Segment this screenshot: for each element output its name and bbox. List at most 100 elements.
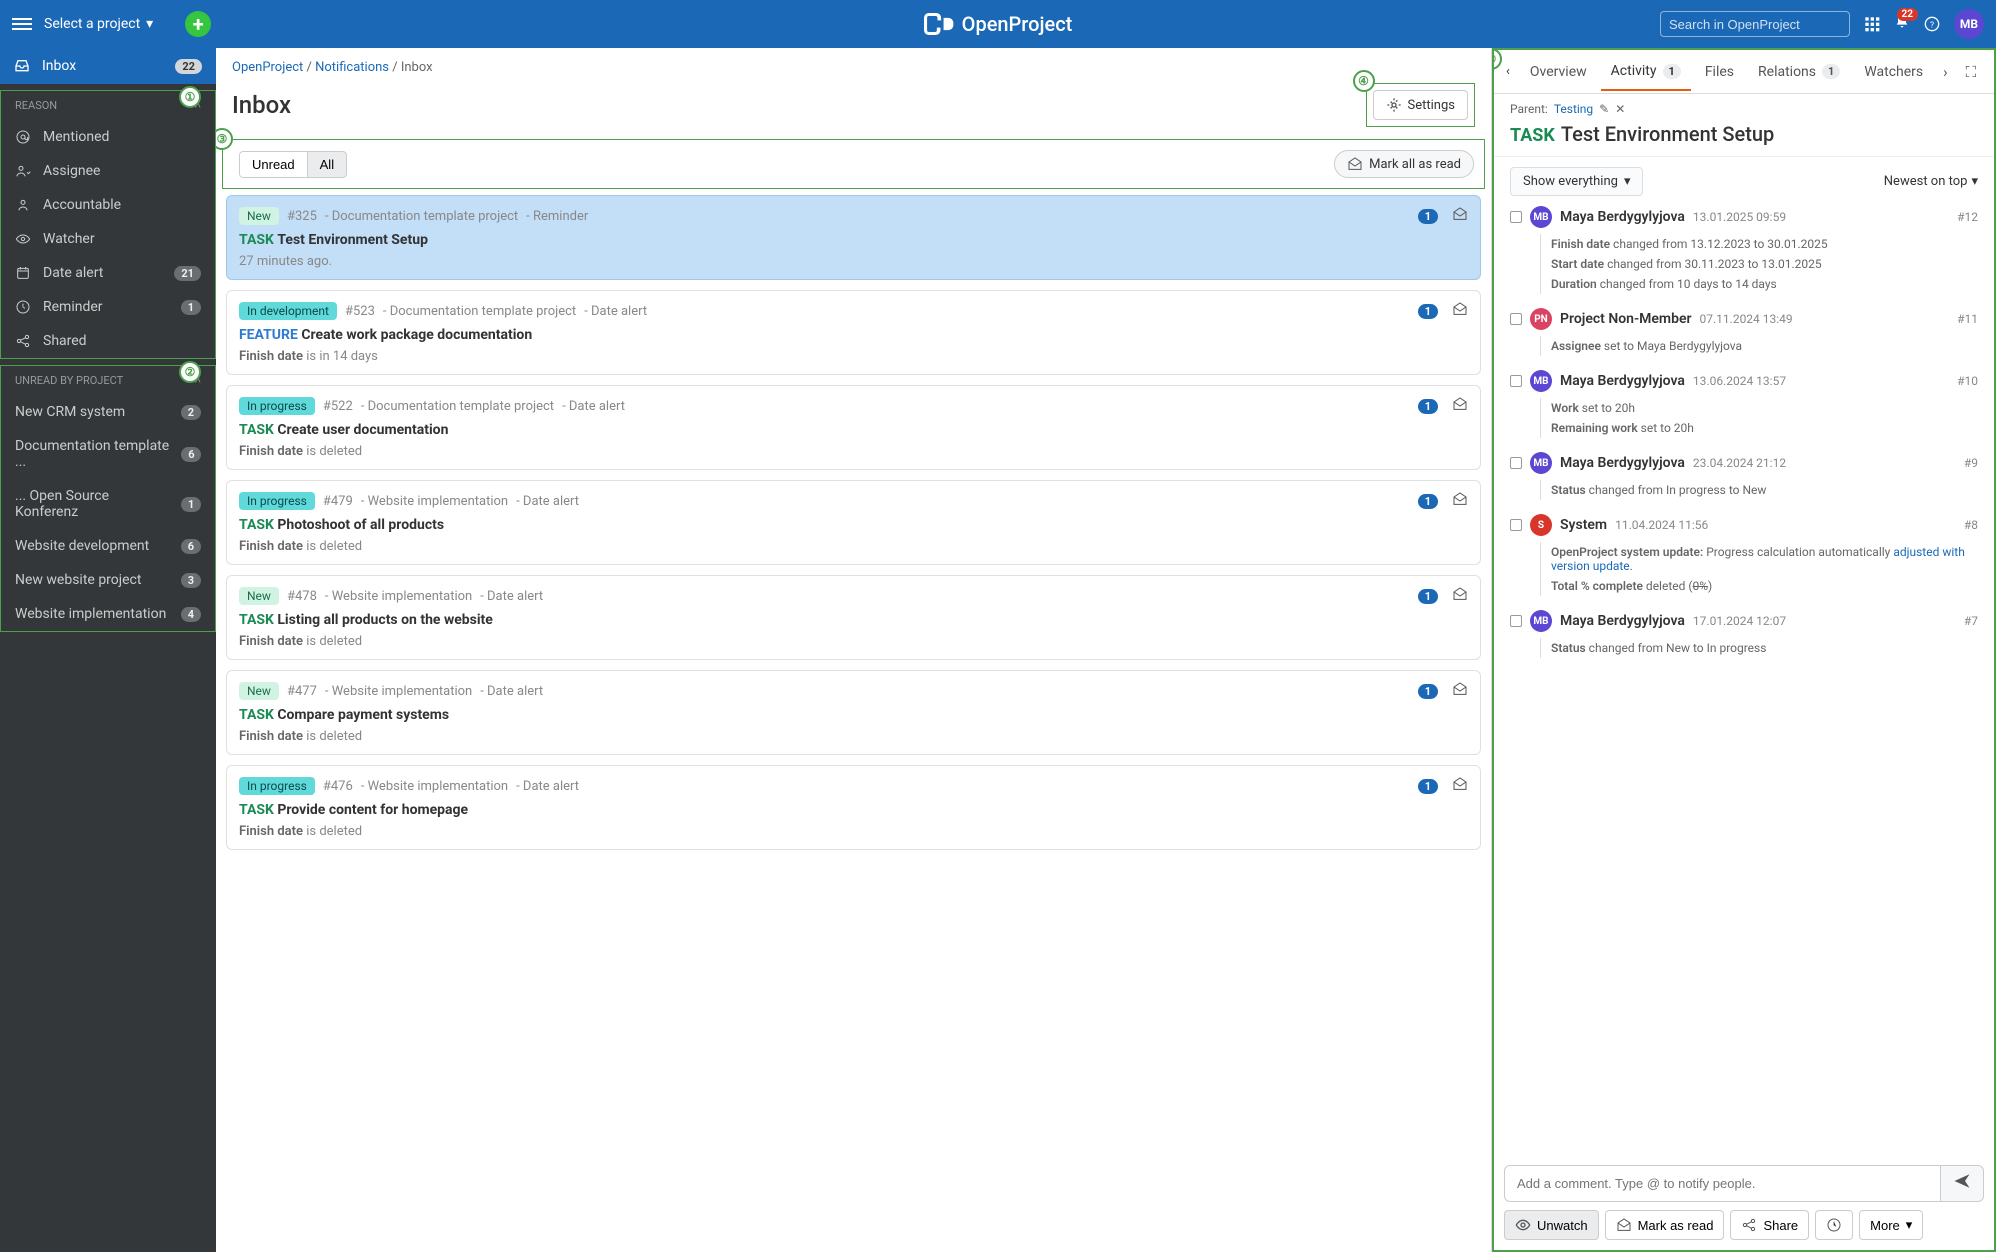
sidebar-project-item[interactable]: Website implementation 4 [1, 597, 215, 631]
wp-title: Test Environment Setup [277, 232, 428, 248]
search-input[interactable] [1669, 17, 1845, 32]
comment-input[interactable] [1504, 1165, 1941, 1202]
tab-overview[interactable]: Overview [1520, 54, 1597, 90]
breadcrumb: OpenProject / Notifications / Inbox [216, 48, 1491, 79]
notification-card[interactable]: In progress #522 - Documentation templat… [226, 385, 1481, 470]
activity-toggle-icon[interactable] [1510, 375, 1522, 387]
comment-box [1504, 1165, 1984, 1202]
mark-read-icon[interactable] [1452, 396, 1468, 416]
notification-subtext: Finish date is deleted [239, 539, 1468, 554]
notification-card[interactable]: New #478 - Website implementation - Date… [226, 575, 1481, 660]
wp-type: TASK [239, 232, 274, 248]
sidebar-project-item[interactable]: Website development 6 [1, 529, 215, 563]
back-icon[interactable]: ‹ [1500, 58, 1516, 85]
tab-files[interactable]: Files [1695, 54, 1744, 90]
edit-icon[interactable]: ✎ [1599, 102, 1609, 116]
activity-toggle-icon[interactable] [1510, 457, 1522, 469]
sidebar-project-item[interactable]: ... Open Source Konferenz 1 [1, 479, 215, 529]
user-avatar[interactable]: MB [1954, 9, 1984, 39]
activity-user[interactable]: Maya Berdygylyjova [1560, 373, 1685, 389]
mark-read-icon[interactable] [1452, 586, 1468, 606]
sidebar-reason-item[interactable]: Assignee [1, 154, 215, 188]
project-selector[interactable]: Select a project▾ [44, 16, 153, 32]
sidebar-reason-item[interactable]: Reminder 1 [1, 290, 215, 324]
activity-user[interactable]: Maya Berdygylyjova [1560, 613, 1685, 629]
activity-toggle-icon[interactable] [1510, 313, 1522, 325]
notification-card[interactable]: In development #523 - Documentation temp… [226, 290, 1481, 375]
notification-card[interactable]: In progress #479 - Website implementatio… [226, 480, 1481, 565]
mark-read-icon[interactable] [1452, 776, 1468, 796]
activity-filter-button[interactable]: Show everything▾ [1510, 167, 1643, 196]
activity-change: Finish date changed from 13.12.2023 to 3… [1540, 234, 1978, 254]
add-button[interactable]: + [185, 11, 211, 37]
detail-tabs: ‹ Overview Activity1 Files Relations1 Wa… [1494, 50, 1994, 94]
clock-icon [15, 299, 31, 315]
crumb-mid[interactable]: Notifications [315, 60, 389, 75]
activity-user[interactable]: System [1560, 517, 1607, 533]
envelope-open-icon [1347, 156, 1363, 172]
modules-icon[interactable] [1864, 16, 1880, 32]
next-icon[interactable]: › [1937, 57, 1954, 87]
tab-watchers[interactable]: Watchers [1854, 54, 1933, 90]
mark-read-icon[interactable] [1452, 301, 1468, 321]
send-comment-button[interactable] [1941, 1165, 1984, 1202]
close-icon[interactable]: ✕ [1988, 57, 1996, 87]
mark-all-read-button[interactable]: Mark all as read [1334, 150, 1474, 178]
activity-user[interactable]: Project Non-Member [1560, 311, 1692, 327]
unwatch-button[interactable]: Unwatch [1504, 1210, 1599, 1240]
notification-reason: - Date alert [480, 589, 543, 604]
sidebar-project-item[interactable]: Documentation template ... 6 [1, 429, 215, 479]
mark-read-button[interactable]: Mark as read [1605, 1210, 1725, 1240]
notifications-bell[interactable]: 22 [1894, 14, 1910, 34]
more-button[interactable]: More▾ [1859, 1210, 1923, 1240]
sort-button[interactable]: Newest on top▾ [1884, 174, 1978, 189]
detail-title: TASKTest Environment Setup [1494, 116, 1994, 157]
notification-reason: - Date alert [562, 399, 625, 414]
help-icon[interactable]: ? [1924, 16, 1940, 32]
sidebar-reason-item[interactable]: Mentioned [1, 120, 215, 154]
mark-read-icon[interactable] [1452, 206, 1468, 226]
remove-parent-icon[interactable]: ✕ [1615, 102, 1625, 116]
notification-card[interactable]: In progress #476 - Website implementatio… [226, 765, 1481, 850]
sidebar-inbox[interactable]: Inbox 22 [0, 48, 216, 84]
crumb-root[interactable]: OpenProject [232, 60, 303, 75]
mark-read-icon[interactable] [1452, 681, 1468, 701]
mark-read-icon[interactable] [1452, 491, 1468, 511]
status-badge: New [239, 587, 279, 605]
sidebar-reason-item[interactable]: Watcher [1, 222, 215, 256]
activity-toggle-icon[interactable] [1510, 211, 1522, 223]
caret-down-icon: ▾ [1624, 174, 1631, 189]
notification-card[interactable]: New #477 - Website implementation - Date… [226, 670, 1481, 755]
sidebar-item-label: Mentioned [43, 129, 109, 145]
menu-toggle-icon[interactable] [12, 15, 32, 33]
sidebar-reason-item[interactable]: Accountable [1, 188, 215, 222]
sidebar-project-item[interactable]: New website project 3 [1, 563, 215, 597]
parent-link[interactable]: Testing [1554, 102, 1593, 116]
sidebar-reason-item[interactable]: Date alert 21 [1, 256, 215, 290]
filter-all[interactable]: All [308, 151, 347, 178]
share-button[interactable]: Share [1730, 1210, 1809, 1240]
tab-relations[interactable]: Relations1 [1748, 54, 1850, 90]
wp-title: Compare payment systems [277, 707, 449, 723]
logo-icon [924, 13, 954, 35]
inbox-count: 22 [175, 59, 202, 74]
activity-user[interactable]: Maya Berdygylyjova [1560, 209, 1685, 225]
activity-user[interactable]: Maya Berdygylyjova [1560, 455, 1685, 471]
global-search[interactable] [1660, 11, 1850, 37]
activity-toggle-icon[interactable] [1510, 519, 1522, 531]
tab-activity[interactable]: Activity1 [1601, 53, 1691, 91]
activity-toggle-icon[interactable] [1510, 615, 1522, 627]
activity-number: #10 [1957, 374, 1978, 388]
activity-number: #12 [1957, 210, 1978, 224]
fullscreen-icon[interactable]: ⛶ [1960, 57, 1983, 87]
notification-count: 1 [1418, 779, 1438, 794]
reminder-button[interactable] [1815, 1210, 1853, 1240]
filter-unread[interactable]: Unread [239, 151, 308, 178]
status-badge: In progress [239, 777, 315, 795]
sidebar-reason-item[interactable]: Shared [1, 324, 215, 358]
filter-segment: Unread All [239, 151, 347, 178]
activity-item: MB Maya Berdygylyjova 17.01.2024 12:07 #… [1510, 610, 1978, 658]
settings-button[interactable]: Settings [1373, 90, 1468, 120]
notification-card[interactable]: New #325 - Documentation template projec… [226, 195, 1481, 280]
sidebar-project-item[interactable]: New CRM system 2 [1, 395, 215, 429]
